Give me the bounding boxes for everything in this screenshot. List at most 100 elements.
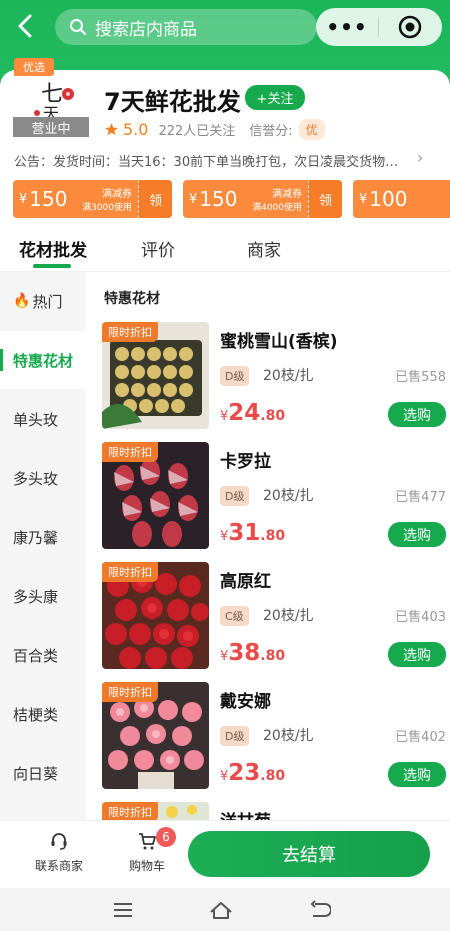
back-button[interactable] xyxy=(10,8,40,44)
cart-count-badge: 6 xyxy=(156,827,176,847)
product-item[interactable]: 限时折扣 洋甘菊 xyxy=(102,802,446,820)
back-arrow-icon xyxy=(18,14,32,38)
product-spec: 20枝/扎 xyxy=(263,728,314,744)
coupon-amount: 150 xyxy=(199,187,238,211)
coupon-currency: ¥ xyxy=(359,191,368,207)
select-buy-button[interactable]: 选购 xyxy=(388,642,446,667)
coupon-card[interactable]: ¥150 满减券满4000使用 领 xyxy=(183,180,342,218)
active-tab-indicator xyxy=(33,264,71,268)
coupon-card[interactable]: ¥100 xyxy=(353,180,450,218)
category-label: 热门 xyxy=(32,292,63,311)
grade-badge: D级 xyxy=(220,486,250,506)
category-label: 特惠花材 xyxy=(13,351,74,370)
shop-tabs: 花材批发 评价 商家 xyxy=(0,226,450,272)
cart-button[interactable]: 购物车 6 xyxy=(112,827,182,874)
coupon-type: 满减券 xyxy=(102,189,132,200)
credit-value-badge: 优 xyxy=(298,119,325,140)
preferred-tag: 优选 xyxy=(14,58,54,76)
product-price: ¥24.80 xyxy=(220,400,286,426)
active-category-indicator xyxy=(0,349,3,371)
grade-badge: D级 xyxy=(220,726,250,746)
select-buy-button[interactable]: 选购 xyxy=(388,762,446,787)
product-item[interactable]: 限时折扣 戴安娜 D级 20枝/扎 已售402 ¥23.80 选购 xyxy=(102,682,446,790)
coupon-card[interactable]: ¥150 满减券 满3000使用 领 xyxy=(13,180,172,218)
discount-badge: 限时折扣 xyxy=(102,442,158,462)
coupon-condition: 满3000使用 xyxy=(82,203,132,213)
product-item[interactable]: 限时折扣 高原红 C级 20枝/扎 已售403 ¥38.80 选购 xyxy=(102,562,446,670)
grade-badge: C级 xyxy=(220,606,249,626)
product-image[interactable]: 限时折扣 xyxy=(102,682,209,789)
claim-coupon-button[interactable]: 领 xyxy=(308,180,342,218)
sold-count: 已售558 xyxy=(395,370,446,385)
tab-flower-wholesale[interactable]: 花材批发 xyxy=(19,236,87,261)
product-price: ¥23.80 xyxy=(220,760,286,786)
chevron-right-icon[interactable]: › xyxy=(417,148,423,167)
tab-reviews[interactable]: 评价 xyxy=(141,236,175,261)
return-icon xyxy=(311,900,331,917)
coupon-currency: ¥ xyxy=(19,191,28,207)
product-name: 卡罗拉 xyxy=(220,452,271,472)
coupon-condition: 满4000使用 xyxy=(252,203,302,213)
sold-count: 已售403 xyxy=(395,610,446,625)
coupon-type: 满减券 xyxy=(272,189,302,200)
grade-badge: D级 xyxy=(220,366,250,386)
product-item[interactable]: 限时折扣 蜜桃雪山(香槟) D级 20枝/扎 已售558 ¥24.80 选购 xyxy=(102,322,446,430)
close-miniapp-button[interactable] xyxy=(379,15,441,39)
sold-count: 已售477 xyxy=(395,490,446,505)
product-image[interactable]: 限时折扣 xyxy=(102,442,209,549)
followers-count: 222人已关注 xyxy=(158,124,236,139)
category-item[interactable]: 多头玫 xyxy=(0,449,86,507)
home-icon xyxy=(210,902,232,919)
more-menu-button[interactable]: ••• xyxy=(316,15,378,39)
back-nav-button[interactable] xyxy=(308,899,332,921)
category-item[interactable]: 向日葵 xyxy=(0,744,86,802)
category-item[interactable]: 桔梗类 xyxy=(0,685,86,743)
product-image[interactable]: 限时折扣 xyxy=(102,562,209,669)
search-placeholder: 搜索店内商品 xyxy=(95,19,197,40)
search-bar[interactable]: 搜索店内商品 xyxy=(55,9,317,45)
category-item[interactable]: 百合类 xyxy=(0,626,86,684)
headset-icon xyxy=(51,833,67,850)
cart-icon xyxy=(139,833,156,850)
product-image[interactable]: 限时折扣 xyxy=(102,802,209,820)
category-item-special[interactable]: 特惠花材 xyxy=(0,331,86,389)
category-item[interactable]: 多头康 xyxy=(0,567,86,625)
discount-badge: 限时折扣 xyxy=(102,802,158,820)
bottom-action-bar: 联系商家 购物车 6 去结算 xyxy=(0,820,450,888)
shop-name: 7天鲜花批发 xyxy=(104,88,241,116)
product-spec: 20枝/扎 xyxy=(263,368,314,384)
category-item[interactable]: 单头玫 xyxy=(0,390,86,448)
credit-label: 信誉分: xyxy=(249,124,293,139)
select-buy-button[interactable]: 选购 xyxy=(388,402,446,427)
fire-icon: 🔥 xyxy=(13,293,31,309)
shop-rating-row: 5.0 222人已关注 信誉分: 优 xyxy=(104,119,325,140)
product-name: 蜜桃雪山(香槟) xyxy=(220,332,338,352)
target-icon xyxy=(398,15,422,39)
product-price: ¥38.80 xyxy=(220,640,286,666)
product-image[interactable]: 限时折扣 xyxy=(102,322,209,429)
tab-merchant[interactable]: 商家 xyxy=(247,236,281,261)
coupon-amount: 100 xyxy=(369,187,408,211)
category-sidebar: 🔥 热门 特惠花材 单头玫 多头玫 康乃馨 多头康 百合类 桔梗类 向日葵 xyxy=(0,272,86,820)
contact-merchant-label: 联系商家 xyxy=(34,859,83,873)
checkout-button[interactable]: 去结算 xyxy=(188,831,430,877)
coupon-currency: ¥ xyxy=(189,191,198,207)
menu-nav-button[interactable] xyxy=(111,899,135,921)
claim-coupon-button[interactable]: 领 xyxy=(138,180,172,218)
select-buy-button[interactable]: 选购 xyxy=(388,522,446,547)
hamburger-icon xyxy=(114,903,132,917)
follow-button[interactable]: +关注 xyxy=(245,85,305,110)
category-item-hot[interactable]: 🔥 热门 xyxy=(0,272,86,330)
product-name: 洋甘菊 xyxy=(220,807,271,820)
open-status-badge: 营业中 xyxy=(13,117,89,137)
discount-badge: 限时折扣 xyxy=(102,682,158,702)
product-list: 特惠花材 限时折扣 蜜桃雪山(香槟) D级 20枝/扎 已售558 ¥24.80… xyxy=(86,272,450,820)
category-item[interactable]: 康乃馨 xyxy=(0,508,86,566)
contact-merchant-button[interactable]: 联系商家 xyxy=(24,831,94,874)
shop-notice[interactable]: 公告：发货时间：当天16：30前下单当晚打包，次日凌晨交货物… xyxy=(14,151,430,170)
product-item[interactable]: 限时折扣 卡罗拉 D级 20枝/扎 已售477 ¥31.80 选购 xyxy=(102,442,446,550)
home-nav-button[interactable] xyxy=(209,899,233,921)
section-title: 特惠花材 xyxy=(104,291,160,307)
product-price: ¥31.80 xyxy=(220,520,286,546)
discount-badge: 限时折扣 xyxy=(102,322,158,342)
